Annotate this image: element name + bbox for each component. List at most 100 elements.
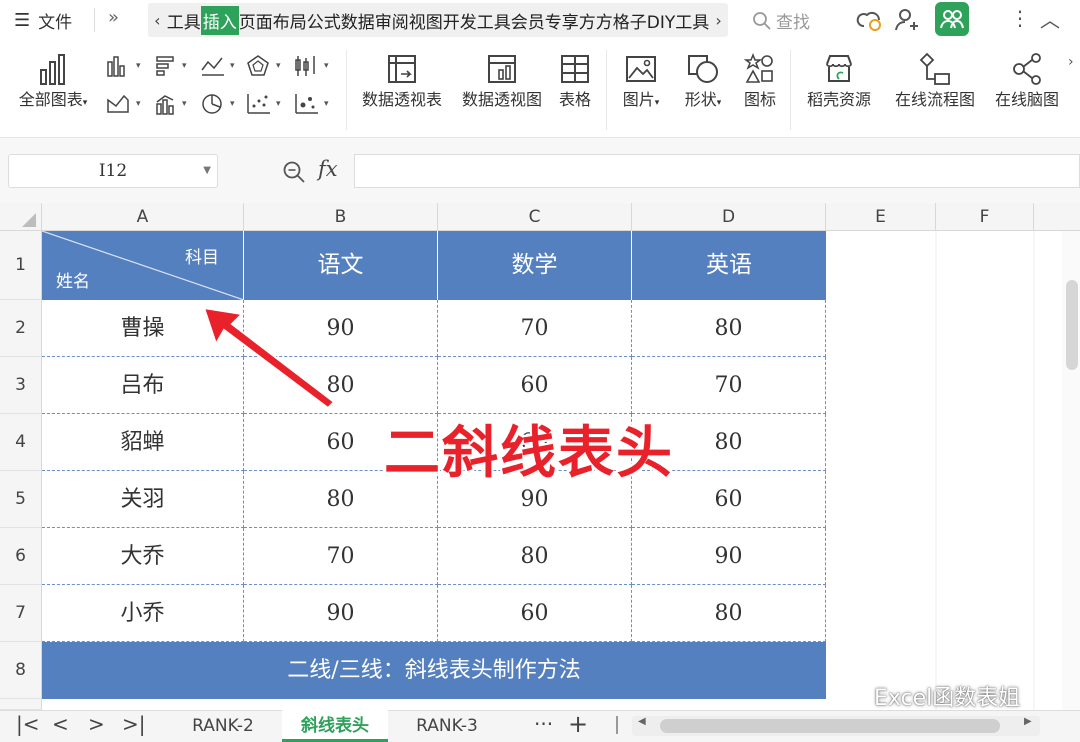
collaboration-button[interactable] xyxy=(935,2,969,36)
tab-diy-tools[interactable]: DIY工具 xyxy=(647,8,710,33)
name-box[interactable]: I12 ▼ xyxy=(8,154,218,188)
picture-button[interactable]: 图片▾ xyxy=(616,52,666,110)
column-header-b[interactable]: B xyxy=(244,203,438,231)
vertical-scrollbar-thumb[interactable] xyxy=(1066,280,1078,370)
stock-chart-icon[interactable]: ▾ xyxy=(294,54,334,78)
score-cell[interactable]: 70 xyxy=(632,357,826,414)
sheet-tab-rank2[interactable]: RANK-2 xyxy=(164,710,282,742)
more-options-icon[interactable]: ⋮ xyxy=(1010,6,1030,30)
radar-chart-icon[interactable]: ▾ xyxy=(246,54,286,78)
file-menu-button[interactable]: ☰ 文件 xyxy=(14,8,72,33)
area-chart-icon[interactable]: ▾ xyxy=(106,92,146,116)
add-user-icon[interactable] xyxy=(893,6,921,34)
row-header-3[interactable]: 3 xyxy=(0,357,42,414)
header-math[interactable]: 数学 xyxy=(438,231,632,300)
row-header-2[interactable]: 2 xyxy=(0,300,42,357)
column-header-a[interactable]: A xyxy=(42,203,244,231)
column-chart-icon[interactable]: ▾ xyxy=(106,54,146,78)
column-header-c[interactable]: C xyxy=(438,203,632,231)
score-cell[interactable]: 70 xyxy=(438,300,632,357)
add-sheet-icon[interactable]: + xyxy=(568,710,588,738)
tab-tools[interactable]: 工具 xyxy=(167,8,201,33)
column-header-d[interactable]: D xyxy=(632,203,826,231)
diagonal-header-cell[interactable]: 科目 姓名 xyxy=(42,231,244,300)
more-sheets-icon[interactable]: ··· xyxy=(534,712,553,736)
icon-button[interactable]: 图标 xyxy=(740,52,780,110)
tab-member[interactable]: 会员专享 xyxy=(511,8,579,33)
online-mindmap-button[interactable]: 在线脑图 xyxy=(990,52,1064,110)
score-cell[interactable]: 60 xyxy=(438,357,632,414)
pivot-table-label: 数据透视表 xyxy=(361,90,442,109)
score-cell[interactable]: 80 xyxy=(438,528,632,585)
row-header-9[interactable] xyxy=(0,699,42,710)
scroll-left-icon[interactable]: ◀ xyxy=(638,716,646,727)
collapse-ribbon-icon[interactable]: ︿ xyxy=(1040,4,1060,33)
select-all-corner[interactable] xyxy=(0,203,42,231)
dropdown-arrow-icon[interactable]: ▼ xyxy=(203,155,211,187)
bubble-chart-icon[interactable]: ▾ xyxy=(294,92,334,116)
horizontal-scrollbar-thumb[interactable] xyxy=(660,719,1000,733)
header-chinese[interactable]: 语文 xyxy=(244,231,438,300)
row-header-5[interactable]: 5 xyxy=(0,471,42,528)
mindmap-icon xyxy=(1013,53,1041,85)
row-header-6[interactable]: 6 xyxy=(0,528,42,585)
name-cell[interactable]: 貂蝉 xyxy=(42,414,244,471)
formula-input[interactable] xyxy=(354,154,1080,188)
shape-button[interactable]: 形状▾ xyxy=(678,52,728,110)
ribbon-scroll-right-icon[interactable]: › xyxy=(1068,54,1074,70)
last-sheet-icon[interactable]: >| xyxy=(122,712,146,736)
score-cell[interactable]: 80 xyxy=(632,585,826,642)
next-sheet-icon[interactable]: > xyxy=(88,712,105,736)
header-english[interactable]: 英语 xyxy=(632,231,826,300)
footer-merged-cell[interactable]: 二线/三线：斜线表头制作方法 xyxy=(42,642,826,699)
score-cell[interactable]: 60 xyxy=(438,585,632,642)
combo-chart-icon[interactable]: ▾ xyxy=(154,92,194,116)
sheet-tab-diagonal-header[interactable]: 斜线表头 xyxy=(282,710,388,742)
bar-chart-horizontal-icon[interactable]: ▾ xyxy=(154,54,194,78)
tab-ffcell[interactable]: 方方格子 xyxy=(579,8,647,33)
chevron-left-icon[interactable]: ‹ xyxy=(148,11,167,30)
zoom-icon[interactable] xyxy=(282,160,306,184)
column-header-e[interactable]: E xyxy=(826,203,936,231)
pivot-table-button[interactable]: 数据透视表 xyxy=(356,52,448,110)
all-charts-button[interactable]: 全部图表▾ xyxy=(12,52,94,110)
first-sheet-icon[interactable]: |< xyxy=(16,712,40,736)
cloud-sync-icon[interactable] xyxy=(856,6,884,34)
scroll-right-icon[interactable]: ▶ xyxy=(1024,716,1032,727)
tab-developer[interactable]: 开发工具 xyxy=(443,8,511,33)
tab-formulas[interactable]: 公式 xyxy=(307,8,341,33)
name-cell[interactable]: 大乔 xyxy=(42,528,244,585)
splitter-handle[interactable] xyxy=(616,716,618,734)
tab-view[interactable]: 视图 xyxy=(409,8,443,33)
online-flowchart-button[interactable]: 在线流程图 xyxy=(890,52,980,110)
score-cell[interactable]: 90 xyxy=(632,528,826,585)
column-header-f[interactable]: F xyxy=(936,203,1034,231)
score-cell[interactable]: 70 xyxy=(244,528,438,585)
row-header-4[interactable]: 4 xyxy=(0,414,42,471)
table-icon xyxy=(561,55,589,83)
name-cell[interactable]: 关羽 xyxy=(42,471,244,528)
double-chevron-right-icon[interactable]: » xyxy=(108,7,119,28)
scatter-chart-icon[interactable]: ▾ xyxy=(246,92,286,116)
tab-page-layout[interactable]: 页面布局 xyxy=(239,8,307,33)
row-header-8[interactable]: 8 xyxy=(0,642,42,699)
tab-review[interactable]: 审阅 xyxy=(375,8,409,33)
score-cell[interactable]: 80 xyxy=(632,300,826,357)
tab-data[interactable]: 数据 xyxy=(341,8,375,33)
daoke-resources-button[interactable]: 稻壳资源 xyxy=(800,52,878,110)
name-cell[interactable]: 小乔 xyxy=(42,585,244,642)
chevron-right-icon[interactable]: › xyxy=(709,11,728,30)
table-button[interactable]: 表格 xyxy=(554,52,596,110)
search-button[interactable]: 查找 xyxy=(752,8,810,33)
fx-button[interactable]: fx xyxy=(318,157,338,181)
score-cell[interactable]: 90 xyxy=(244,585,438,642)
tab-insert[interactable]: 插入 xyxy=(200,5,239,35)
pivot-chart-button[interactable]: 数据透视图 xyxy=(456,52,548,110)
line-chart-icon[interactable]: ▾ xyxy=(200,54,240,78)
prev-sheet-icon[interactable]: < xyxy=(52,712,69,736)
sheet-tab-rank3[interactable]: RANK-3 xyxy=(388,710,506,742)
shop-icon xyxy=(826,55,852,82)
row-header-7[interactable]: 7 xyxy=(0,585,42,642)
pie-chart-icon[interactable]: ▾ xyxy=(200,92,240,116)
row-header-1[interactable]: 1 xyxy=(0,231,42,300)
